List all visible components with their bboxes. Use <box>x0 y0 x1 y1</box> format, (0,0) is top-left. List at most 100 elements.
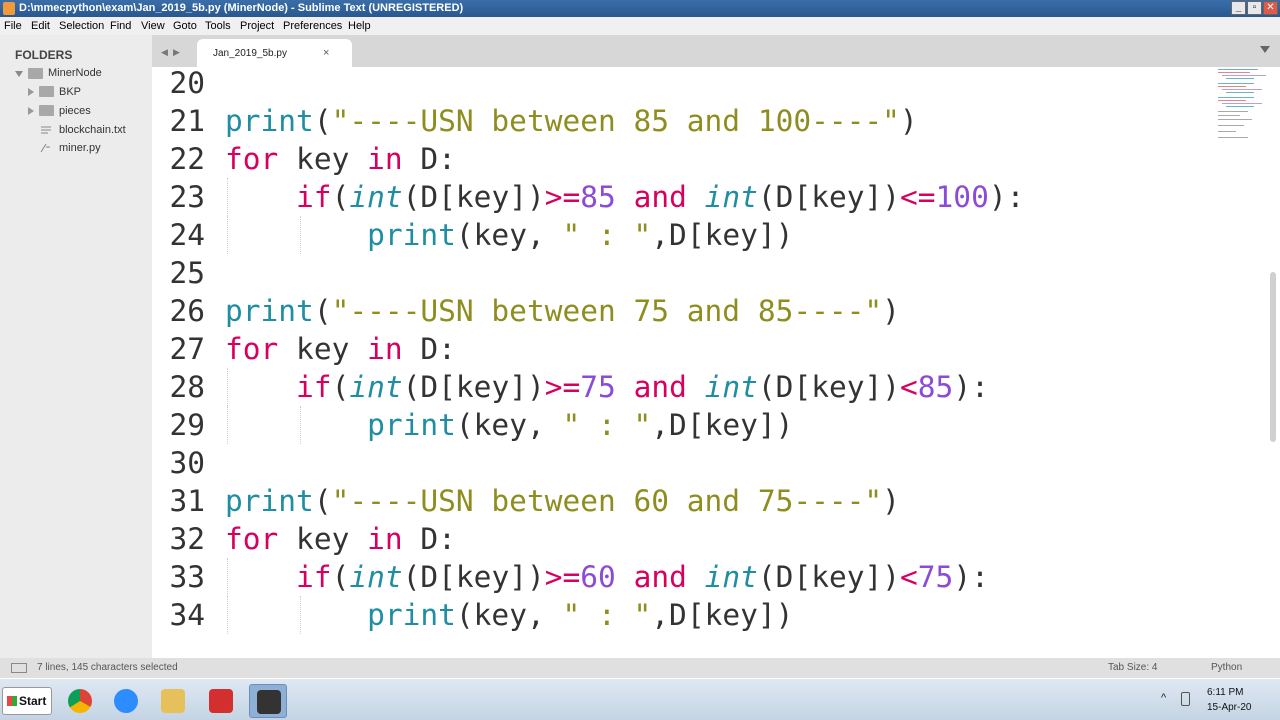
close-button[interactable]: ✕ <box>1263 1 1278 15</box>
line-number: 23 <box>169 180 205 214</box>
start-label: Start <box>19 694 47 708</box>
vertical-scrollbar[interactable] <box>1270 272 1276 442</box>
minimize-button[interactable]: _ <box>1231 1 1246 15</box>
sublime-text-icon <box>3 2 15 15</box>
code-line[interactable]: 26 print("----USN between 75 and 85----") <box>152 292 1212 330</box>
code-line[interactable]: 24 print(key, " : ",D[key]) <box>152 216 1212 254</box>
chevron-right-icon[interactable] <box>28 107 34 115</box>
taskbar-zoom[interactable] <box>107 684 145 718</box>
code-line[interactable]: 23 if(int(D[key])>=85 and int(D[key])<=1… <box>152 178 1212 216</box>
menu-goto[interactable]: Goto <box>173 17 197 35</box>
code-line[interactable]: 33 if(int(D[key])>=60 and int(D[key])<75… <box>152 558 1212 596</box>
code-line[interactable]: 25 <box>152 254 1212 292</box>
battery-icon[interactable] <box>1181 692 1190 706</box>
panel-toggle-icon[interactable] <box>11 663 27 673</box>
code-text: print("----USN between 85 and 100----") <box>225 104 918 138</box>
line-number: 32 <box>169 522 205 556</box>
line-number: 28 <box>169 370 205 404</box>
windows-logo-icon <box>7 696 17 706</box>
zoom-icon <box>114 689 138 713</box>
sidebar-item-label: blockchain.txt <box>59 124 126 136</box>
indent-guide <box>299 216 301 254</box>
indent-guide <box>227 368 228 406</box>
menu-preferences[interactable]: Preferences <box>283 17 342 35</box>
menu-edit[interactable]: Edit <box>31 17 50 35</box>
code-line[interactable]: 32 for key in D: <box>152 520 1212 558</box>
menu-find[interactable]: Find <box>110 17 131 35</box>
code-text: print("----USN between 75 and 85----") <box>225 294 900 328</box>
sidebar: FOLDERS MinerNode BKP pieces blockchain.… <box>0 35 152 658</box>
code-text: for key in D: <box>225 142 456 176</box>
folder-icon <box>39 86 54 97</box>
menu-tools[interactable]: Tools <box>205 17 231 35</box>
line-number: 27 <box>169 332 205 366</box>
tab-close-icon[interactable]: × <box>323 47 329 59</box>
indent-guide <box>227 596 228 634</box>
start-button[interactable]: Start <box>2 687 52 715</box>
menu-project[interactable]: Project <box>240 17 274 35</box>
tab-jan-2019-5b-py[interactable]: Jan_2019_5b.py × <box>197 39 352 67</box>
sidebar-item-label: miner.py <box>59 142 101 154</box>
tab-bar: ◀ ▶ Jan_2019_5b.py × <box>152 35 1280 67</box>
code-editor[interactable]: 20 21 print("----USN between 85 and 100---… <box>152 67 1280 658</box>
code-line[interactable]: 21 print("----USN between 85 and 100----"… <box>152 102 1212 140</box>
line-number: 30 <box>169 446 205 480</box>
code-text: print(key, " : ",D[key]) <box>367 408 794 442</box>
file-explorer-icon <box>161 689 185 713</box>
selection-status: 7 lines, 145 characters selected <box>37 662 178 673</box>
code-line[interactable]: 22 for key in D: <box>152 140 1212 178</box>
taskbar-sublime-text[interactable] <box>249 684 287 718</box>
indent-guide <box>227 558 228 596</box>
code-text: for key in D: <box>225 522 456 556</box>
menu-view[interactable]: View <box>141 17 165 35</box>
maximize-button[interactable]: ▫ <box>1247 1 1262 15</box>
back-arrow-icon[interactable]: ◀ <box>161 47 168 58</box>
indent-guide <box>227 178 228 216</box>
menu-selection[interactable]: Selection <box>59 17 104 35</box>
chevron-down-icon[interactable] <box>15 71 23 77</box>
acrobat-icon <box>209 689 233 713</box>
code-line[interactable]: 34 print(key, " : ",D[key]) <box>152 596 1212 634</box>
code-line[interactable]: 29 print(key, " : ",D[key]) <box>152 406 1212 444</box>
chrome-icon <box>68 689 92 713</box>
clock-time[interactable]: 6:11 PM <box>1207 687 1244 698</box>
status-bar: 7 lines, 145 characters selected Tab Siz… <box>0 658 1280 678</box>
text-file-icon <box>41 126 51 134</box>
tab-size-indicator[interactable]: Tab Size: 4 <box>1108 658 1157 678</box>
title-bar: D:\mmecpython\exam\Jan_2019_5b.py (Miner… <box>0 0 1280 17</box>
indent-guide <box>299 406 301 444</box>
folder-icon <box>28 68 43 79</box>
line-number: 29 <box>169 408 205 442</box>
menu-help[interactable]: Help <box>348 17 371 35</box>
line-number: 25 <box>169 256 205 290</box>
tray-expand-icon[interactable]: ^ <box>1161 692 1166 704</box>
line-number: 31 <box>169 484 205 518</box>
taskbar: Start ^ 6:11 PM 15-Apr-20 <box>0 678 1280 720</box>
code-text: for key in D: <box>225 332 456 366</box>
folders-header: FOLDERS <box>15 48 73 62</box>
taskbar-chrome[interactable] <box>61 684 99 718</box>
code-text: if(int(D[key])>=85 and int(D[key])<=100)… <box>296 180 1025 214</box>
code-text: if(int(D[key])>=75 and int(D[key])<85): <box>296 370 989 404</box>
code-line[interactable]: 28 if(int(D[key])>=75 and int(D[key])<85… <box>152 368 1212 406</box>
code-line[interactable]: 30 <box>152 444 1212 482</box>
taskbar-acrobat[interactable] <box>202 684 240 718</box>
line-number: 26 <box>169 294 205 328</box>
syntax-indicator[interactable]: Python <box>1211 658 1242 678</box>
tab-menu-chevron-down-icon[interactable] <box>1260 46 1270 53</box>
line-number: 20 <box>169 67 205 100</box>
code-line[interactable]: 31 print("----USN between 60 and 75----") <box>152 482 1212 520</box>
line-number: 24 <box>169 218 205 252</box>
code-line[interactable]: 27 for key in D: <box>152 330 1212 368</box>
minimap[interactable] <box>1218 67 1278 147</box>
clock-date[interactable]: 15-Apr-20 <box>1207 702 1251 713</box>
code-line[interactable]: 20 <box>152 67 1212 102</box>
menu-file[interactable]: File <box>4 17 22 35</box>
sidebar-item-label: BKP <box>59 86 82 98</box>
sidebar-item-label: MinerNode <box>48 67 102 79</box>
chevron-right-icon[interactable] <box>28 88 34 96</box>
tab-label: Jan_2019_5b.py <box>213 48 287 59</box>
taskbar-file-explorer[interactable] <box>154 684 192 718</box>
forward-arrow-icon[interactable]: ▶ <box>173 47 180 58</box>
code-text: if(int(D[key])>=60 and int(D[key])<75): <box>296 560 989 594</box>
